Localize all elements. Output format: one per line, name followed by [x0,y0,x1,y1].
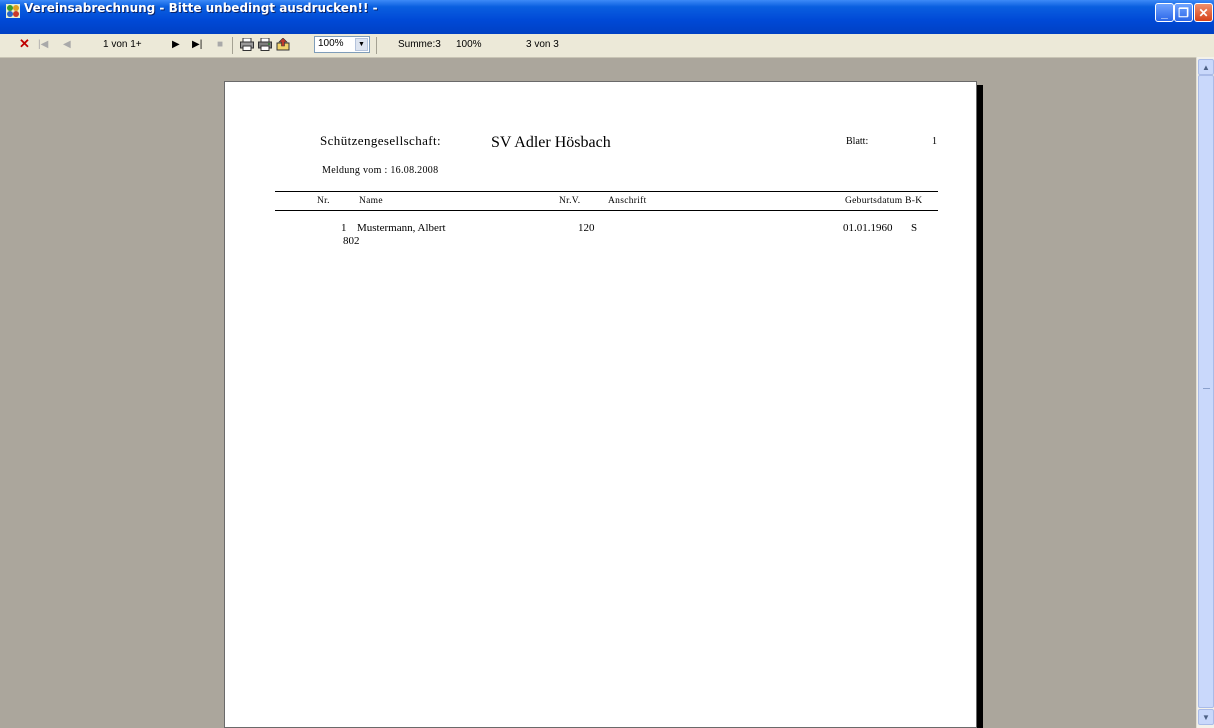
printer-icon[interactable] [240,37,254,52]
chevron-down-icon[interactable]: ▼ [355,38,368,51]
page-indicator: 1 von 1+ [103,39,142,50]
export-icon[interactable] [276,37,290,52]
column-header-geburtsdatum: Geburtsdatum B-K [845,196,923,206]
row-second-line: 802 [343,235,360,247]
column-header-nr: Nr. [317,196,330,206]
club-name: SV Adler Hösbach [491,134,611,151]
record-count-status: 3 von 3 [526,39,559,50]
row-name: Mustermann, Albert [357,222,446,234]
report-page: Schützengesellschaft: SV Adler Hösbach B… [224,81,977,728]
window-title: Vereinsabrechnung - Bitte unbedingt ausd… [24,1,378,15]
scrollbar-thumb[interactable] [1198,75,1214,708]
previous-page-button[interactable]: ◀ [63,38,71,52]
sum-status: Summe:3 [398,39,441,50]
toolbar-divider [232,37,233,54]
printer-setup-icon[interactable] [258,37,272,52]
next-page-button[interactable]: ▶ [172,38,180,52]
zoom-value: 100% [318,38,344,49]
row-nrv: 120 [578,222,595,234]
column-header-anschrift: Anschrift [608,196,647,206]
scroll-down-icon[interactable]: ▼ [1198,709,1214,725]
vertical-scrollbar[interactable]: ▲ ▼ [1196,57,1214,728]
sheet-label: Blatt: [846,136,869,147]
preview-toolbar: ✕ |◀ ◀ 1 von 1+ ▶ ▶| ■ 100% ▼ Summe:3 10… [0,34,1214,58]
stop-button[interactable]: ■ [217,38,223,52]
first-page-button[interactable]: |◀ [38,38,48,52]
percent-status: 100% [456,39,482,50]
column-header-nrv: Nr.V. [559,196,581,206]
minimize-button[interactable]: _ [1155,3,1174,22]
column-header-name: Name [359,196,383,206]
header-rule-bottom [275,210,938,211]
scroll-up-icon[interactable]: ▲ [1198,59,1214,75]
row-nr: 1 [341,222,347,234]
header-rule-top [275,191,938,192]
zoom-select[interactable]: 100% ▼ [314,36,370,53]
report-app-icon [6,4,20,18]
row-bk: S [911,222,918,234]
last-page-button[interactable]: ▶| [192,38,202,52]
toolbar-divider [376,37,377,54]
close-preview-button[interactable]: ✕ [19,37,30,51]
grip-icon [1203,388,1210,389]
title-bar[interactable]: Vereinsabrechnung - Bitte unbedingt ausd… [0,0,1214,34]
report-date: Meldung vom : 16.08.2008 [322,165,439,176]
sheet-number: 1 [932,136,937,147]
maximize-button[interactable]: ❐ [1174,3,1193,22]
close-window-button[interactable]: ✕ [1194,3,1213,22]
club-type-label: Schützengesellschaft: [320,133,442,148]
row-geburtsdatum: 01.01.1960 [843,222,893,234]
